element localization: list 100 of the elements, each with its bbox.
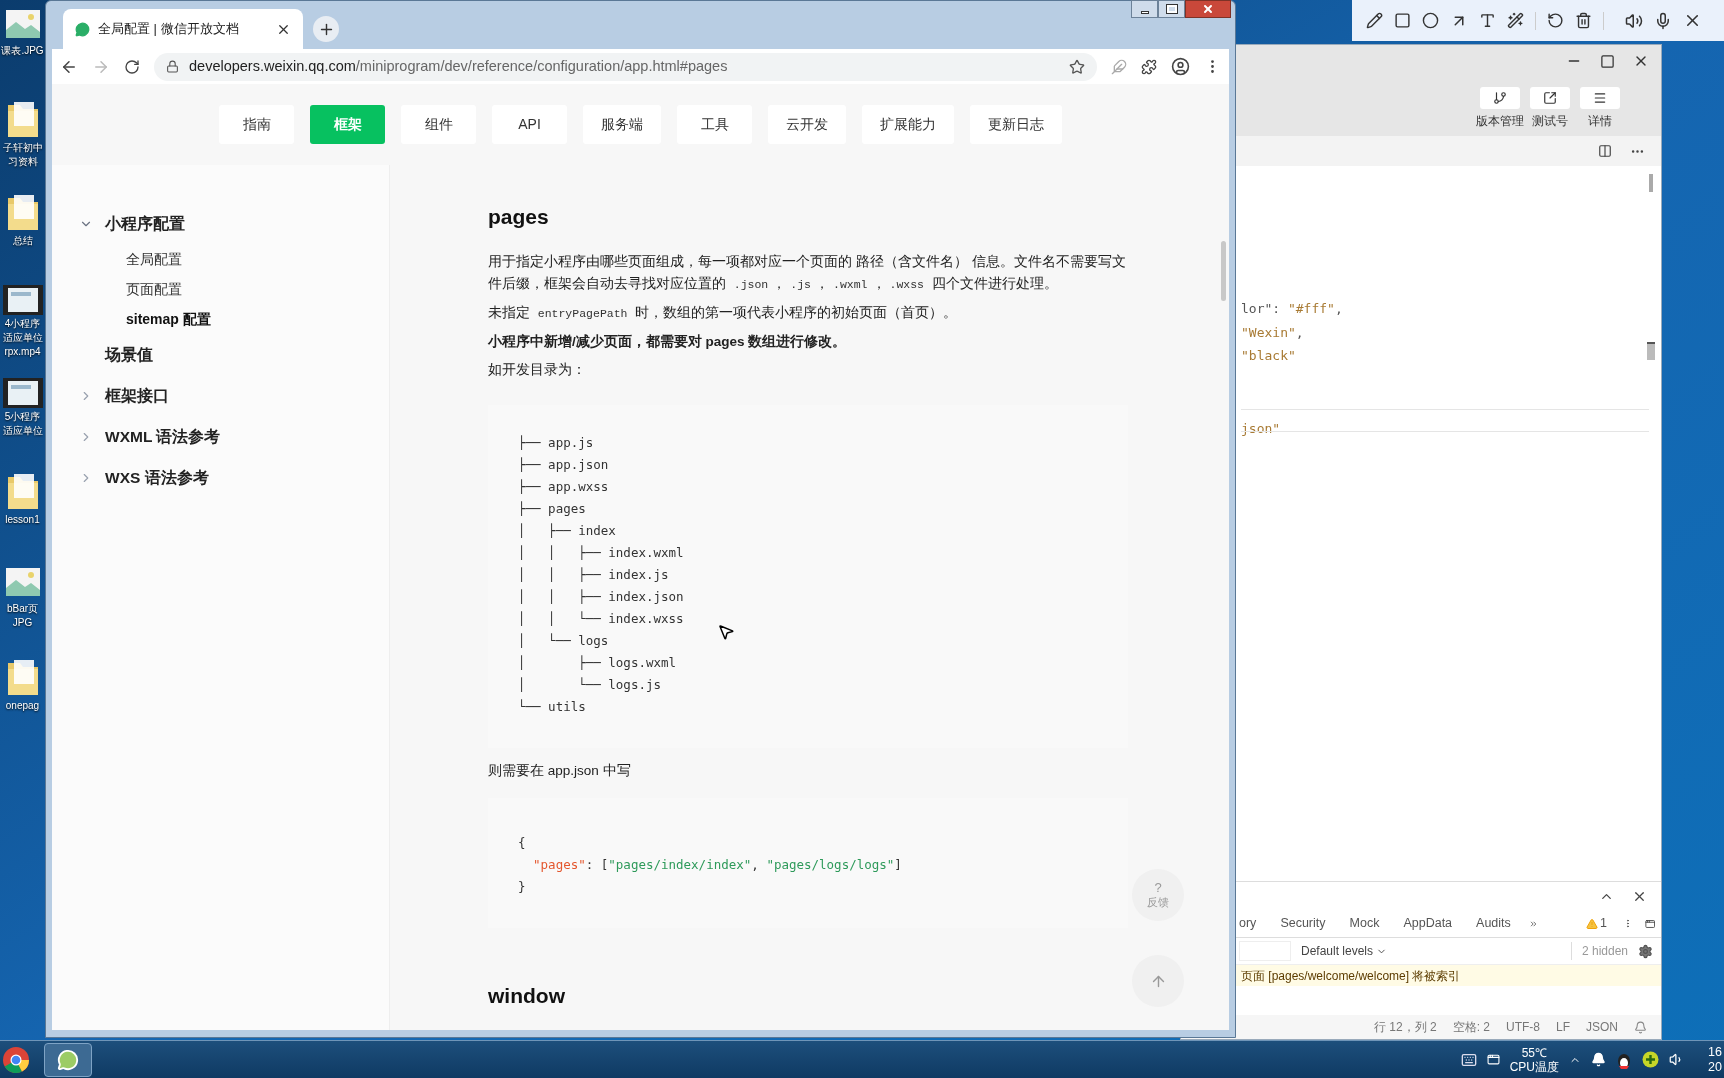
address-bar[interactable]: developers.weixin.qq.com/miniprogram/dev/reference/configuration/app.html#pages xyxy=(154,52,1097,81)
keyboard-icon[interactable] xyxy=(1460,1051,1477,1068)
code-line: │ │ ├── index.wxml xyxy=(518,543,684,562)
notification-icon[interactable] xyxy=(1634,1020,1647,1034)
icon-label[interactable]: bBar页 JPG xyxy=(6,602,39,630)
icon-label[interactable]: lesson1 xyxy=(5,513,40,527)
close-button[interactable] xyxy=(1185,0,1231,18)
branch-icon xyxy=(1493,91,1507,105)
paragraph: 未指定 entryPagePath 时，数组的第一项代表小程序的初始页面（首页）。 xyxy=(488,303,959,322)
browser-app-icon[interactable] xyxy=(2,1045,30,1074)
branch-button[interactable] xyxy=(1480,87,1520,109)
devtools-tab[interactable]: Security xyxy=(1280,914,1326,933)
code-line: └── utils xyxy=(518,697,586,716)
nav-tab[interactable]: 扩展能力 xyxy=(862,105,954,144)
chat-bubble-icon xyxy=(75,21,90,37)
icon-label[interactable]: 4小程序 适应单位 rpx.mp4 xyxy=(2,317,43,359)
reload-icon[interactable] xyxy=(124,58,140,75)
status-item: UTF-8 xyxy=(1505,1019,1540,1036)
section-heading: pages xyxy=(488,204,550,230)
folder-icon xyxy=(5,657,40,697)
sidebar-item[interactable]: 小程序配置 xyxy=(105,211,185,236)
section-heading: window xyxy=(488,982,566,1009)
code-line: "pages": ["pages/index/index", "pages/logs/logs"] xyxy=(532,855,902,874)
folder-icon xyxy=(5,192,40,232)
devtools-tab[interactable]: Audits xyxy=(1476,914,1511,933)
cpu-temperature: 55℃ CPU温度 xyxy=(1509,1045,1559,1074)
nav-tab[interactable]: API xyxy=(492,105,567,144)
microphone-icon[interactable] xyxy=(1654,11,1672,30)
chat-app-button[interactable] xyxy=(44,1042,92,1077)
ellipse-icon[interactable] xyxy=(1422,12,1439,29)
profile-icon[interactable] xyxy=(1171,57,1190,76)
warning-count: 1 xyxy=(1585,914,1607,933)
lock-icon xyxy=(166,60,179,73)
maximize-icon[interactable] xyxy=(1600,53,1615,69)
settings-icon[interactable] xyxy=(1638,943,1653,959)
nav-tab[interactable]: 云开发 xyxy=(768,105,846,144)
external-link-icon xyxy=(1543,91,1557,105)
devtools-tab[interactable]: ory xyxy=(1239,914,1257,933)
trash-icon[interactable] xyxy=(1575,12,1592,29)
menu-icon xyxy=(1593,91,1607,105)
nav-tab[interactable]: 更新日志 xyxy=(970,105,1062,144)
status-item: LF xyxy=(1555,1019,1570,1036)
code-line: ├── app.js xyxy=(518,433,594,452)
sidebar-subitem[interactable]: sitemap 配置 xyxy=(126,308,211,330)
hidden-count: 2 hidden xyxy=(1570,942,1628,960)
icon-label[interactable]: 总结 xyxy=(12,234,33,248)
sidebar-item[interactable]: WXML 语法参考 xyxy=(105,424,221,449)
code-line: lor": "#fff", xyxy=(1241,300,1343,318)
paragraph: 如开发目录为： xyxy=(488,360,587,379)
scrollbar-marker xyxy=(1647,342,1655,360)
code-line: │ │ └── index.wxss xyxy=(518,609,684,628)
bookmark-star-icon[interactable] xyxy=(1069,58,1085,75)
window-icon[interactable] xyxy=(1486,1053,1500,1066)
toolbar-label: 测试号 xyxy=(1532,113,1568,130)
text-tool-icon[interactable] xyxy=(1479,12,1496,29)
scrollbar-thumb xyxy=(1649,174,1653,192)
nav-tab[interactable]: 工具 xyxy=(677,105,752,144)
code-line: "black" xyxy=(1241,347,1296,365)
pencil-icon[interactable] xyxy=(1366,12,1383,29)
undo-icon[interactable] xyxy=(1547,12,1564,29)
sidebar-item[interactable]: 框架接口 xyxy=(105,383,169,408)
devtools-tab[interactable]: Mock xyxy=(1349,914,1380,933)
code-line: │ │ ├── index.json xyxy=(518,587,684,606)
icon-label[interactable]: 子轩初中 习资料 xyxy=(2,141,43,169)
rectangle-icon[interactable] xyxy=(1394,12,1411,29)
wand-icon[interactable] xyxy=(1507,12,1524,29)
sidebar-item[interactable]: WXS 语法参考 xyxy=(105,465,209,490)
levels-dropdown[interactable]: Default levels xyxy=(1301,942,1388,960)
icon-label[interactable]: 5小程序 适应单位 xyxy=(2,410,43,438)
scrollbar-thumb xyxy=(1221,241,1226,301)
sidebar-subitem[interactable]: 全局配置 xyxy=(126,248,182,270)
code-line: │ ├── logs.wxml xyxy=(518,653,677,672)
maximize-button[interactable] xyxy=(1158,0,1185,18)
code-line: │ │ ├── index.js xyxy=(518,565,669,584)
sidebar-item[interactable]: 场景值 xyxy=(105,342,153,367)
code-line: │ ├── index xyxy=(518,521,616,540)
new-tab-button[interactable] xyxy=(313,16,339,42)
sidebar-subitem[interactable]: 页面配置 xyxy=(126,278,182,300)
bell-icon[interactable] xyxy=(1591,1052,1606,1067)
icon-label[interactable]: onepag xyxy=(5,699,40,713)
nav-tab[interactable]: 指南 xyxy=(219,105,294,144)
close-icon xyxy=(1202,3,1214,15)
mouse-cursor-icon xyxy=(717,623,735,641)
nav-tab[interactable]: 服务端 xyxy=(583,105,661,144)
devtools-tab[interactable]: AppData xyxy=(1403,914,1453,933)
browser-tab[interactable]: 全局配置 | 微信开放文档 xyxy=(63,9,303,49)
split-editor-icon[interactable] xyxy=(1598,144,1612,158)
menu-button[interactable] xyxy=(1580,87,1620,109)
icon-label[interactable]: 课表.JPG xyxy=(1,44,44,58)
share-button[interactable] xyxy=(1530,87,1570,109)
speaker-icon[interactable] xyxy=(1625,11,1643,30)
nav-tab[interactable]: 组件 xyxy=(401,105,476,144)
video-file-icon xyxy=(2,378,43,408)
extensions-icon[interactable] xyxy=(1141,58,1157,75)
toolbar-label: 版本管理 xyxy=(1476,113,1524,130)
video-file-icon xyxy=(2,285,43,315)
status-item: 行 12，列 2 xyxy=(1373,1019,1437,1036)
minimize-button[interactable] xyxy=(1131,0,1158,18)
plus-badge-icon[interactable] xyxy=(1642,1051,1659,1068)
code-line: │ └── logs xyxy=(518,631,609,650)
